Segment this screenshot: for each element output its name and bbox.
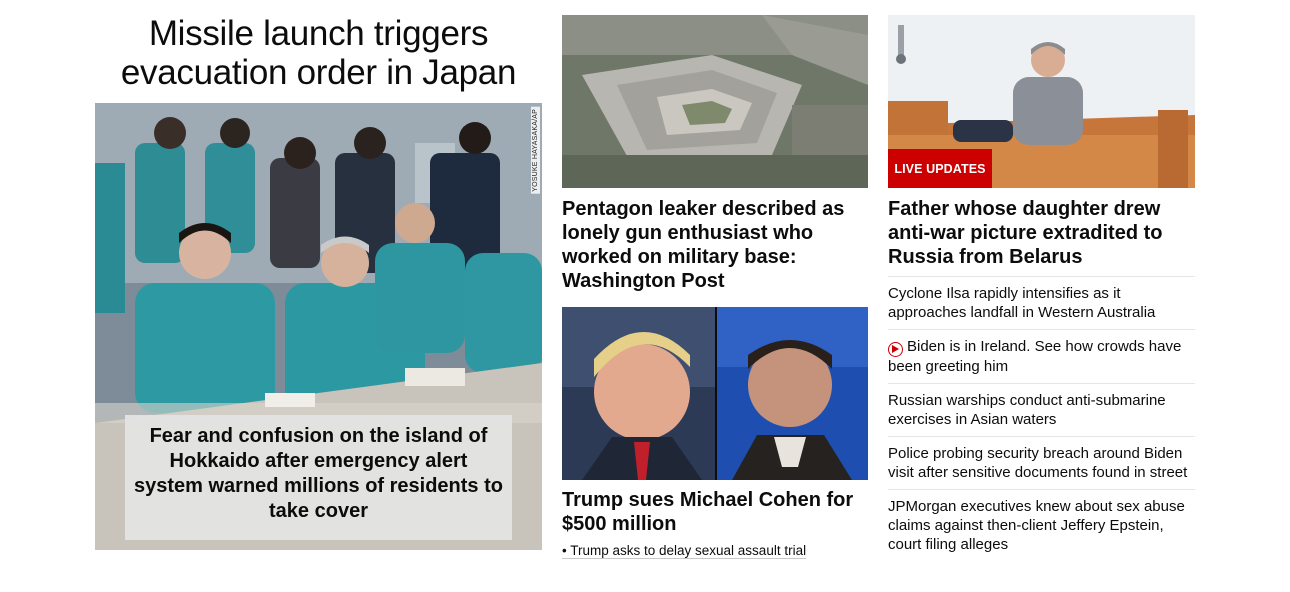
list-item[interactable]: Biden is in Ireland. See how crowds have… bbox=[888, 330, 1195, 384]
list-item-text[interactable]: JPMorgan executives knew about sex abuse… bbox=[888, 498, 1185, 553]
list-item-text[interactable]: Biden is in Ireland. See how crowds have… bbox=[888, 338, 1181, 375]
related-story-link[interactable]: • Trump asks to delay sexual assault tri… bbox=[562, 543, 806, 558]
courtroom-image[interactable]: LIVE UPDATES bbox=[888, 15, 1195, 188]
list-item-text[interactable]: Police probing security breach around Bi… bbox=[888, 445, 1187, 481]
lead-image[interactable]: YOSUKE HAYASAKA/AP Fear and confusion on… bbox=[95, 103, 542, 550]
right-column: LIVE UPDATES Father whose daughter drew … bbox=[888, 15, 1195, 561]
list-item-text[interactable]: Russian warships conduct anti-submarine … bbox=[888, 392, 1166, 428]
lead-headline-link[interactable]: Missile launch triggers evacuation order… bbox=[121, 14, 517, 92]
story-list: Cyclone Ilsa rapidly intensifies as it a… bbox=[888, 277, 1195, 561]
play-icon bbox=[888, 341, 903, 357]
list-item[interactable]: Cyclone Ilsa rapidly intensifies as it a… bbox=[888, 277, 1195, 330]
list-item[interactable]: JPMorgan executives knew about sex abuse… bbox=[888, 490, 1195, 561]
live-updates-badge[interactable]: LIVE UPDATES bbox=[888, 149, 992, 188]
list-item-text[interactable]: Cyclone Ilsa rapidly intensifies as it a… bbox=[888, 285, 1155, 321]
middle-column: Pentagon leaker described as lonely gun … bbox=[562, 15, 868, 560]
belarus-headline[interactable]: Father whose daughter drew anti-war pict… bbox=[888, 197, 1195, 277]
list-item[interactable]: Russian warships conduct anti-submarine … bbox=[888, 384, 1195, 437]
photo-credit: YOSUKE HAYASAKA/AP bbox=[531, 107, 540, 194]
lead-caption[interactable]: Fear and confusion on the island of Hokk… bbox=[125, 415, 512, 540]
pentagon-headline[interactable]: Pentagon leaker described as lonely gun … bbox=[562, 197, 868, 293]
trump-headline[interactable]: Trump sues Michael Cohen for $500 millio… bbox=[562, 488, 868, 536]
lead-story: Missile launch triggers evacuation order… bbox=[95, 14, 542, 550]
pentagon-photo bbox=[562, 15, 868, 188]
lead-headline[interactable]: Missile launch triggers evacuation order… bbox=[95, 14, 542, 92]
list-item[interactable]: Police probing security breach around Bi… bbox=[888, 437, 1195, 490]
trump-cohen-image[interactable] bbox=[562, 307, 868, 480]
trump-cohen-photo bbox=[562, 307, 868, 480]
pentagon-image[interactable] bbox=[562, 15, 868, 188]
